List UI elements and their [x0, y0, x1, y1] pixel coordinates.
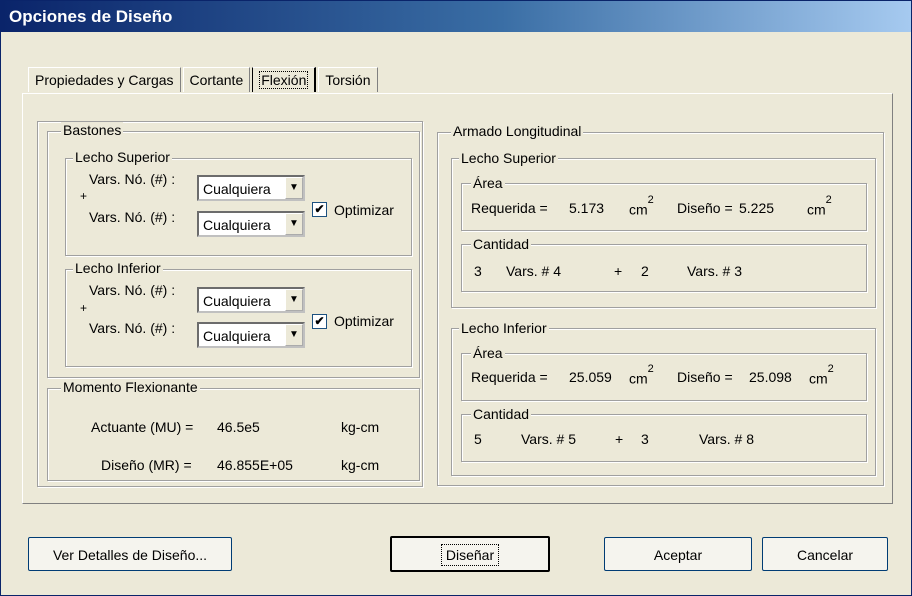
- title-bar[interactable]: Opciones de Diseño: [1, 1, 911, 32]
- chevron-down-icon[interactable]: ▼: [285, 289, 303, 311]
- bastones-inferior-plus: +: [80, 301, 88, 315]
- armado-superior-vars2: Vars. # 3: [687, 263, 742, 279]
- actuante-value: 46.5e5: [217, 419, 260, 435]
- armado-superior-cantidad-title: Cantidad: [471, 236, 532, 252]
- armado-superior-requerida-value: 5.173: [569, 200, 605, 216]
- chevron-down-icon[interactable]: ▼: [285, 213, 303, 235]
- armado-inferior-requerida-label: Requerida =: [471, 369, 548, 385]
- bastones-inferior-optimizar-checkbox[interactable]: ✔: [312, 314, 327, 329]
- actuante-unit: kg-cm: [341, 419, 380, 435]
- bastones-superior-title: Lecho Superior: [73, 149, 172, 165]
- armado-superior-requerida-label: Requerida =: [471, 200, 548, 216]
- window-title: Opciones de Diseño: [9, 7, 173, 26]
- armado-inferior-n2: 3: [641, 431, 649, 447]
- combo-value: Cualquiera: [203, 217, 271, 233]
- armado-superior-n2: 2: [641, 263, 649, 279]
- armado-inferior-requerida-value: 25.059: [569, 369, 612, 385]
- chevron-down-icon[interactable]: ▼: [285, 177, 303, 199]
- exponent: 2: [827, 363, 834, 375]
- armado-inferior-plus: +: [615, 431, 624, 447]
- armado-superior-plus: +: [614, 263, 623, 279]
- armado-inferior-diseno-label: Diseño =: [677, 369, 733, 385]
- disenar-button[interactable]: Diseñar: [390, 536, 550, 572]
- diseno-unit: kg-cm: [341, 457, 380, 473]
- bastones-inferior-title: Lecho Inferior: [73, 260, 163, 276]
- armado-inferior-area-title: Área: [471, 345, 505, 361]
- armado-inferior-vars2: Vars. # 8: [699, 431, 754, 447]
- bastones-inferior-row2-label: Vars. Nó. (#) :: [89, 320, 176, 336]
- bastones-superior-row2-label: Vars. Nó. (#) :: [89, 209, 176, 225]
- tab-cortante[interactable]: Cortante: [182, 67, 251, 92]
- actuante-label: Actuante (MU) =: [91, 419, 194, 435]
- armado-inferior-diseno-value: 25.098: [749, 369, 792, 385]
- bastones-superior-optimizar-label: Optimizar: [334, 202, 394, 218]
- armado-superior-diseno-value: 5.225: [739, 200, 775, 216]
- momento-title: Momento Flexionante: [61, 379, 200, 395]
- armado-inferior-requerida-unit: cm2: [629, 363, 654, 387]
- combo-value: Cualquiera: [203, 293, 271, 309]
- armado-inferior-n1: 5: [474, 431, 482, 447]
- armado-superior-area-title: Área: [471, 175, 505, 191]
- armado-inferior-title: Lecho Inferior: [459, 320, 549, 336]
- armado-superior-diseno-unit: cm2: [807, 194, 832, 218]
- exponent: 2: [647, 363, 654, 375]
- dialog-window: Opciones de Diseño Propiedades y Cargas …: [0, 0, 912, 596]
- armado-inferior-diseno-unit: cm2: [809, 363, 834, 387]
- tab-torsion[interactable]: Torsión: [318, 67, 378, 92]
- bastones-superior-optimizar-checkbox[interactable]: ✔: [312, 202, 327, 217]
- disenar-button-label: Diseñar: [440, 544, 500, 566]
- armado-inferior-vars1: Vars. # 5: [521, 431, 576, 447]
- combo-value: Cualquiera: [203, 328, 271, 344]
- exponent: 2: [825, 194, 832, 206]
- bastones-inferior-combo-1[interactable]: Cualquiera ▼: [197, 287, 305, 313]
- armado-inferior-cantidad-title: Cantidad: [471, 406, 532, 422]
- exponent: 2: [647, 194, 654, 206]
- bastones-inferior-combo-2[interactable]: Cualquiera ▼: [197, 322, 305, 348]
- bastones-superior-combo-2[interactable]: Cualquiera ▼: [197, 211, 305, 237]
- armado-title: Armado Longitudinal: [451, 123, 584, 139]
- diseno-value: 46.855E+05: [217, 457, 293, 473]
- tab-strip: Propiedades y Cargas Cortante Flexión To…: [28, 67, 380, 93]
- bastones-superior-plus: +: [80, 189, 88, 203]
- ver-detalles-button[interactable]: Ver Detalles de Diseño...: [28, 537, 232, 571]
- armado-superior-diseno-label: Diseño =: [677, 200, 733, 216]
- armado-superior-n1: 3: [474, 263, 482, 279]
- bastones-inferior-optimizar-label: Optimizar: [334, 313, 394, 329]
- armado-superior-vars1: Vars. # 4: [506, 263, 561, 279]
- bastones-title: Bastones: [61, 122, 124, 138]
- armado-superior-requerida-unit: cm2: [629, 194, 654, 218]
- chevron-down-icon[interactable]: ▼: [285, 324, 303, 346]
- tab-flexion-label: Flexión: [259, 71, 309, 89]
- armado-superior-title: Lecho Superior: [459, 150, 558, 166]
- cancelar-button[interactable]: Cancelar: [762, 537, 888, 571]
- bastones-inferior-row1-label: Vars. Nó. (#) :: [89, 282, 176, 298]
- combo-value: Cualquiera: [203, 181, 271, 197]
- diseno-label: Diseño (MR) =: [101, 457, 192, 473]
- tab-propiedades-cargas[interactable]: Propiedades y Cargas: [28, 67, 181, 92]
- bastones-superior-combo-1[interactable]: Cualquiera ▼: [197, 175, 305, 201]
- tab-flexion[interactable]: Flexión: [252, 67, 317, 92]
- bastones-superior-row1-label: Vars. Nó. (#) :: [89, 171, 176, 187]
- aceptar-button[interactable]: Aceptar: [604, 537, 752, 571]
